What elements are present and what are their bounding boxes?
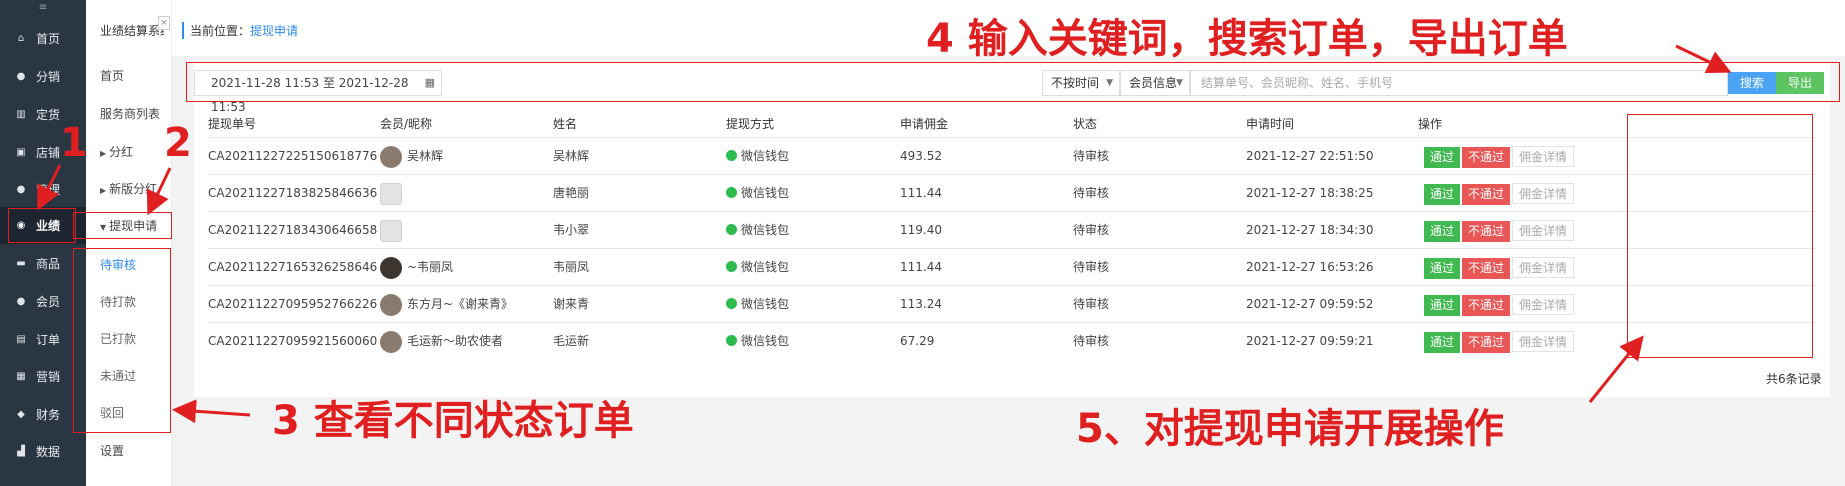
- arrow-2: [146, 167, 172, 216]
- arrow-4: [1675, 44, 1732, 74]
- annotation-arrows: [37, 44, 1732, 424]
- app-root: ≡ ⌂首页 ●分销 ▥定货 ▣店铺 ●管理 ◉业绩 ▬商品 ●会员 ▤订单 ▦营…: [0, 0, 1845, 486]
- arrow-5: [1588, 335, 1644, 403]
- arrow-1: [37, 164, 62, 211]
- arrow-3: [172, 399, 251, 424]
